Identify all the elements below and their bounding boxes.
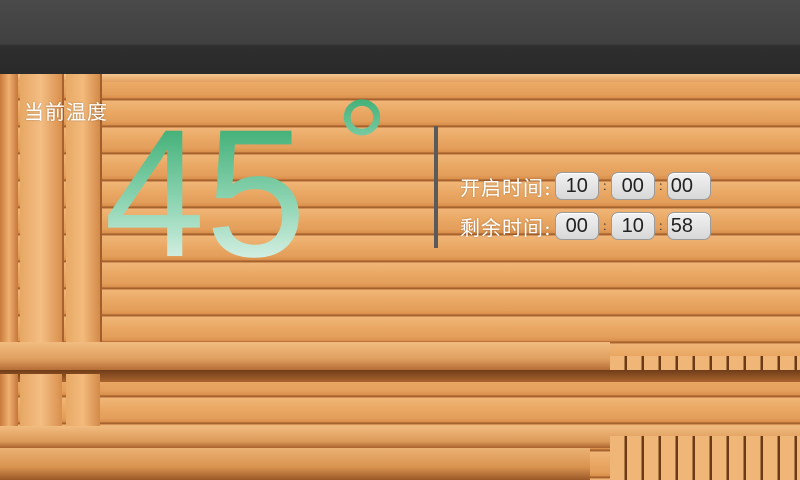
temperature-value: 45 xyxy=(104,91,306,270)
remaining-seconds-field[interactable]: 58 xyxy=(666,212,711,240)
remaining-time-label: 剩余时间: xyxy=(460,215,552,240)
time-separator: : xyxy=(659,219,663,233)
start-hours-field[interactable]: 10 xyxy=(554,172,599,200)
time-separator: : xyxy=(659,179,663,193)
start-time-label: 开启时间: xyxy=(460,175,552,200)
time-separator: : xyxy=(603,219,607,233)
temperature-display: 45 ° xyxy=(104,90,404,270)
degree-symbol: ° xyxy=(336,90,388,218)
top-bar xyxy=(0,0,800,74)
start-seconds-field[interactable]: 00 xyxy=(666,172,711,200)
remaining-time-row: 剩余时间: 00 : 10 : 58 xyxy=(460,211,711,241)
remaining-hours-field[interactable]: 00 xyxy=(554,212,599,240)
start-time-row: 开启时间: 10 : 00 : 00 xyxy=(460,171,711,201)
current-temperature-label: 当前温度 xyxy=(24,100,108,124)
start-minutes-field[interactable]: 00 xyxy=(610,172,655,200)
remaining-minutes-field[interactable]: 10 xyxy=(610,212,655,240)
divider xyxy=(434,126,438,248)
time-separator: : xyxy=(603,179,607,193)
